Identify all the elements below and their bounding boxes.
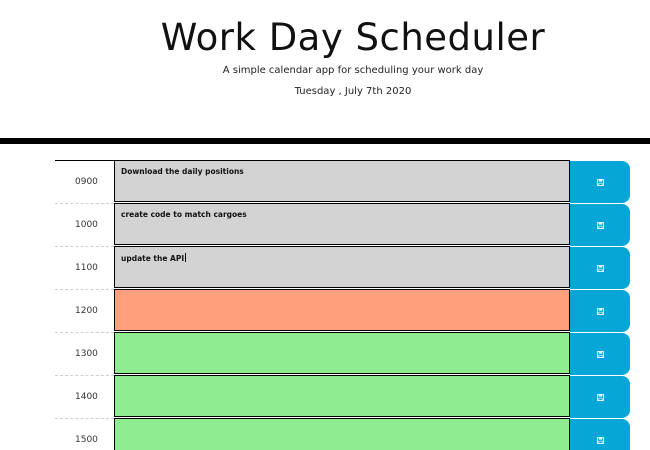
save-button[interactable]	[570, 247, 630, 289]
save-icon	[596, 307, 604, 315]
hour-label: 1500	[55, 418, 114, 450]
time-block: 1100 update the API	[55, 246, 630, 289]
description-textarea[interactable]	[114, 289, 570, 331]
time-block: 0900 Download the daily positions	[55, 160, 630, 203]
description-text: create code to match cargoes	[121, 210, 247, 219]
save-button[interactable]	[570, 204, 630, 246]
time-block: 1500	[55, 418, 630, 450]
save-button[interactable]	[570, 376, 630, 418]
save-icon	[596, 393, 604, 401]
description-textarea[interactable]: Download the daily positions	[114, 160, 570, 202]
save-icon	[596, 350, 604, 358]
description-textarea[interactable]	[114, 375, 570, 417]
hour-label: 1300	[55, 332, 114, 374]
description-textarea[interactable]: create code to match cargoes	[114, 203, 570, 245]
page-title: Work Day Scheduler	[160, 16, 546, 59]
save-button[interactable]	[570, 333, 630, 375]
save-icon	[596, 178, 604, 186]
header-divider	[0, 138, 650, 144]
description-textarea[interactable]: update the API	[114, 246, 570, 288]
save-button[interactable]	[570, 161, 630, 203]
schedule: 0900 Download the daily positions 1000 c…	[55, 160, 630, 450]
time-block: 1400	[55, 375, 630, 418]
time-block: 1200	[55, 289, 630, 332]
hour-label: 1000	[55, 203, 114, 245]
description-text: Download the daily positions	[121, 167, 244, 176]
time-block: 1000 create code to match cargoes	[55, 203, 630, 246]
description-textarea[interactable]	[114, 332, 570, 374]
scheduler-page: Work Day Scheduler A simple calendar app…	[0, 0, 650, 450]
text-cursor	[185, 253, 187, 262]
save-button[interactable]	[570, 419, 630, 450]
hour-label: 0900	[55, 160, 114, 202]
current-date: Tuesday , July 7th 2020	[294, 86, 412, 97]
hour-label: 1400	[55, 375, 114, 417]
description-text: update the API	[121, 254, 185, 263]
save-icon	[596, 436, 604, 444]
description-textarea[interactable]	[114, 418, 570, 450]
page-subtitle: A simple calendar app for scheduling you…	[222, 65, 484, 76]
hour-label: 1200	[55, 289, 114, 331]
save-icon	[596, 264, 604, 272]
save-button[interactable]	[570, 290, 630, 332]
save-icon	[596, 221, 604, 229]
hour-label: 1100	[55, 246, 114, 288]
time-block: 1300	[55, 332, 630, 375]
header: Work Day Scheduler A simple calendar app…	[0, 0, 650, 138]
